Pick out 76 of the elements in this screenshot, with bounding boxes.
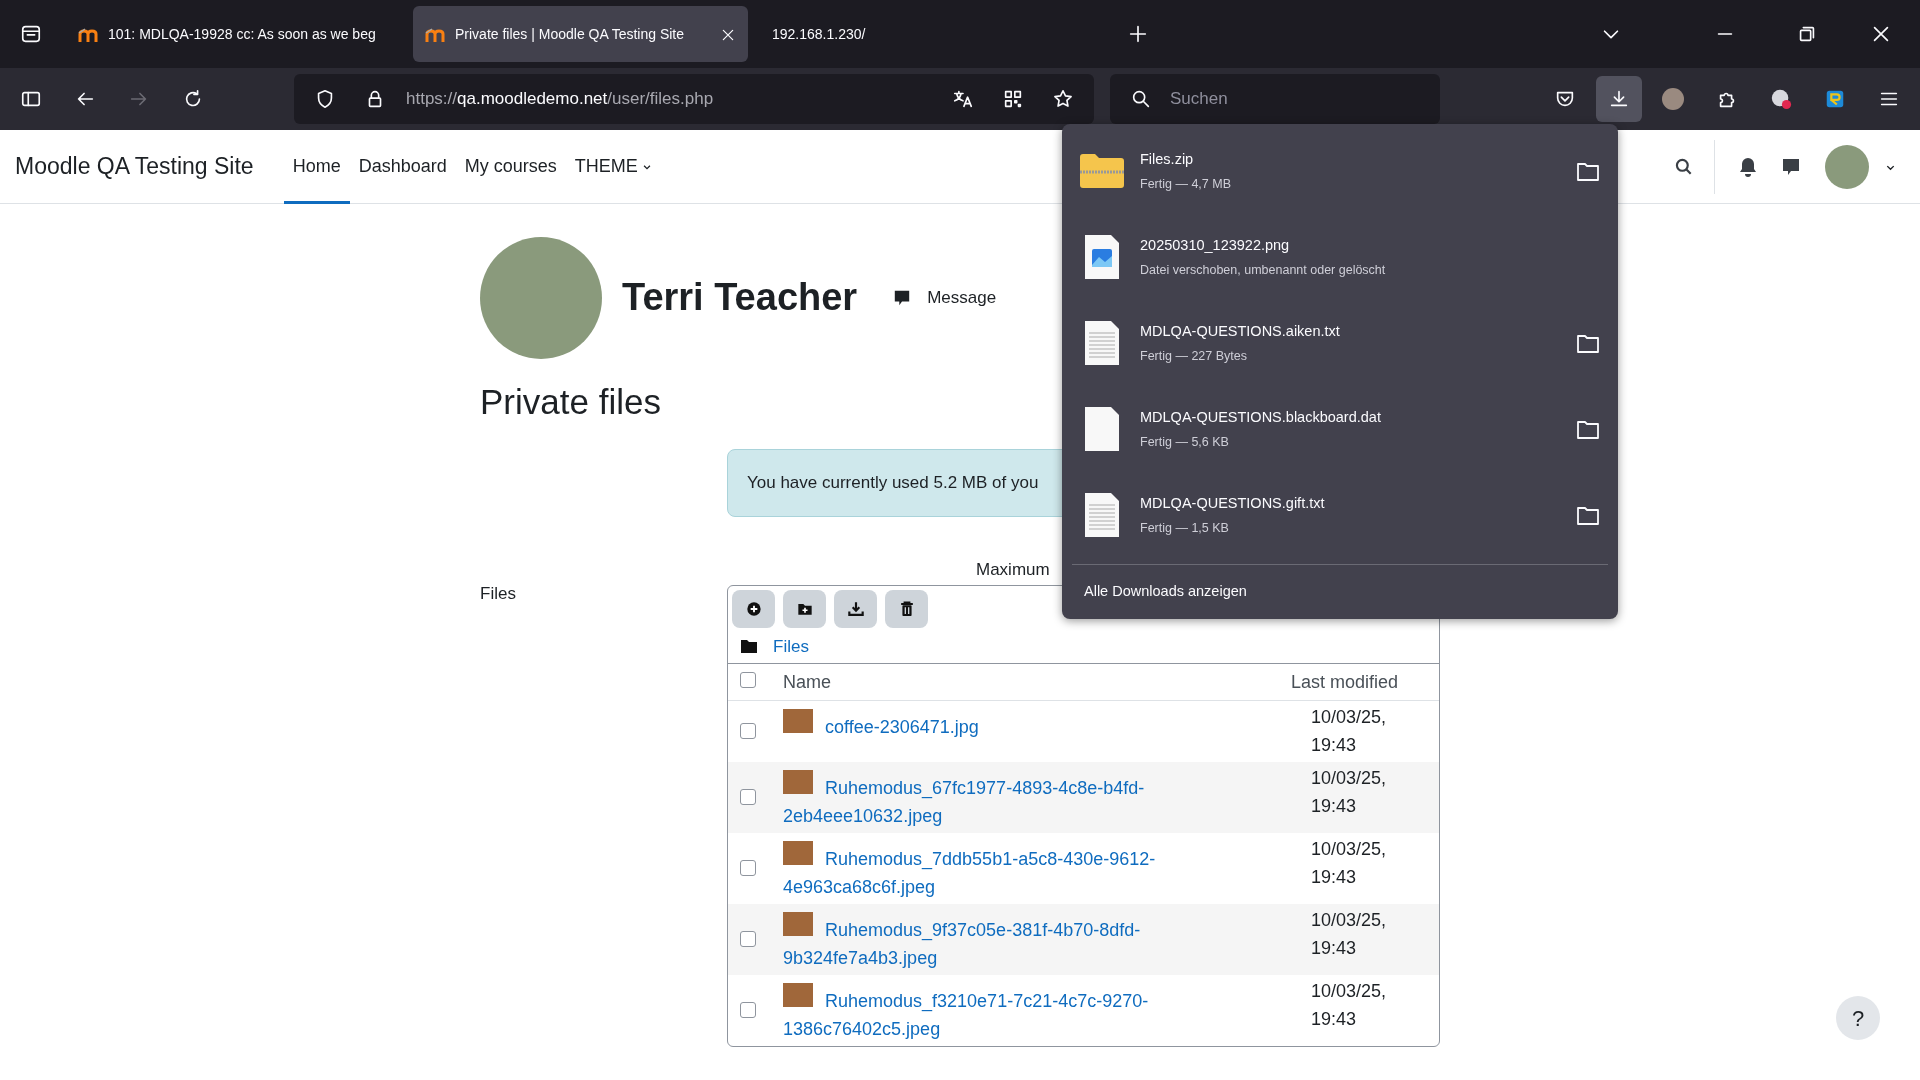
download-status: Datei verschoben, umbenannt oder gelöscht	[1140, 261, 1386, 279]
folder-icon[interactable]	[1576, 418, 1600, 441]
download-item[interactable]: Files.zip Fertig — 4,7 MB	[1062, 128, 1618, 214]
download-item[interactable]: 20250310_123922.png Datei verschoben, umbenannt oder gelöscht	[1062, 214, 1618, 300]
text-file-icon	[1085, 321, 1119, 365]
download-button[interactable]	[834, 589, 877, 628]
bell-icon[interactable]	[1739, 157, 1757, 178]
search-field[interactable]: Suchen	[1168, 79, 1432, 119]
breadcrumb-link[interactable]: Files	[773, 633, 809, 659]
date-text: 10/03/25, 19:43	[1311, 839, 1387, 887]
file-link[interactable]: Ruhemodus_67fc1977-4893-4c8e-b4fd-2eb4eee10632.jpeg	[783, 770, 1291, 830]
url-text: https://qa.moodledemo.net/user/files.php	[406, 89, 714, 109]
browser-tab[interactable]: Private files | Moodle QA Testing Site	[413, 6, 748, 62]
download-status: Fertig — 1,5 KB	[1140, 519, 1229, 537]
image-thumbnail	[783, 770, 813, 794]
add-file-button[interactable]	[732, 589, 775, 628]
create-folder-button[interactable]	[783, 589, 826, 628]
address-bar[interactable]: https://qa.moodledemo.net/user/files.php	[294, 74, 1094, 124]
blank-file-icon	[1085, 407, 1119, 451]
message-link[interactable]: Message	[893, 285, 997, 311]
zip-folder-icon	[1080, 153, 1124, 189]
download-status: Fertig — 4,7 MB	[1140, 175, 1231, 193]
delete-button[interactable]	[885, 589, 928, 628]
extension-logo-icon[interactable]	[1824, 88, 1846, 110]
nav-link[interactable]: My courses	[455, 129, 566, 204]
download-status: Fertig — 5,6 KB	[1140, 433, 1229, 451]
search-bar[interactable]: Suchen	[1110, 74, 1440, 124]
image-thumbnail	[783, 709, 813, 733]
field-label: Files	[480, 583, 516, 605]
row-checkbox[interactable]	[740, 789, 756, 805]
avatar-placeholder[interactable]	[1825, 144, 1869, 189]
maximum-size-text: Maximum	[976, 559, 1050, 581]
folder-icon[interactable]	[1576, 332, 1600, 355]
file-link[interactable]: Ruhemodus_7ddb55b1-a5c8-430e-9612-4e963ca68c6f.jpeg	[783, 841, 1291, 901]
file-name: MDLQA-QUESTIONS.blackboard.dat	[1140, 407, 1381, 427]
file-name: Files.zip	[1140, 149, 1194, 169]
image-file-icon	[1085, 235, 1119, 279]
nav-link[interactable]: Dashboard	[349, 129, 456, 204]
column-header[interactable]: Name	[783, 671, 831, 692]
image-thumbnail	[783, 983, 813, 1007]
date-text: 10/03/25, 19:43	[1311, 768, 1387, 816]
download-status: Fertig — 227 Bytes	[1140, 347, 1247, 365]
image-thumbnail	[783, 841, 813, 865]
browser-tab[interactable]: 192.168.1.230/	[760, 6, 1095, 62]
row-checkbox[interactable]	[740, 931, 756, 947]
download-item[interactable]: MDLQA-QUESTIONS.aiken.txt Fertig — 227 Bytes	[1062, 300, 1618, 386]
chat-icon	[893, 289, 912, 307]
file-link[interactable]: Ruhemodus_f3210e71-7c21-4c7c-9270-1386c76402c5.jpeg	[783, 983, 1291, 1043]
folder-icon[interactable]	[1576, 160, 1600, 183]
row-checkbox[interactable]	[740, 860, 756, 876]
date-text: 10/03/25, 19:43	[1311, 707, 1387, 755]
page-title: Private files	[480, 381, 661, 423]
folder-icon[interactable]	[1576, 504, 1600, 527]
browser-tab[interactable]: 101: MDLQA-19928 cc: As soon as we beg	[66, 6, 401, 62]
folder-icon	[741, 639, 757, 654]
nav-link[interactable]: THEME	[565, 129, 661, 204]
site-name[interactable]: Moodle QA Testing Site	[15, 149, 254, 184]
image-thumbnail	[783, 912, 813, 936]
show-all-downloads-link[interactable]: Alle Downloads anzeigen	[1084, 583, 1247, 599]
file-link[interactable]: coffee-2306471.jpg	[783, 709, 1291, 741]
profile-name: Terri Teacher	[622, 275, 858, 321]
file-name: 20250310_123922.png	[1140, 235, 1290, 255]
file-link[interactable]: Ruhemodus_9f37c05e-381f-4b70-8dfd-9b324fe7a4b3.jpeg	[783, 912, 1291, 972]
profile-avatar[interactable]	[1662, 88, 1684, 110]
date-text: 10/03/25, 19:43	[1311, 981, 1387, 1029]
select-all-checkbox[interactable]	[740, 671, 756, 688]
row-checkbox[interactable]	[740, 723, 756, 739]
column-header[interactable]: Last modified	[1291, 671, 1399, 692]
row-checkbox[interactable]	[740, 1002, 756, 1018]
text-file-icon	[1085, 493, 1119, 537]
download-icon[interactable]	[1596, 76, 1642, 122]
file-name: MDLQA-QUESTIONS.gift.txt	[1140, 493, 1325, 513]
help-button[interactable]: ?	[1836, 996, 1880, 1040]
date-text: 10/03/25, 19:43	[1311, 910, 1387, 958]
nav-link[interactable]: Home	[283, 129, 350, 204]
file-name: MDLQA-QUESTIONS.aiken.txt	[1140, 321, 1340, 341]
